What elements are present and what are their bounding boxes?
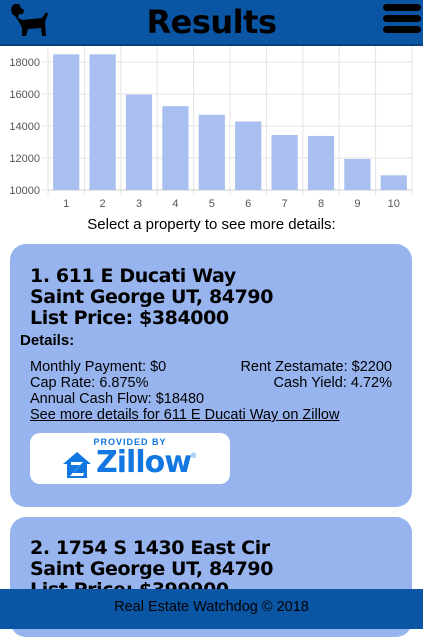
- bar: [125, 94, 153, 190]
- cash-yield: Cash Yield: 4.72%: [273, 375, 393, 391]
- x-tick-label: 5: [209, 198, 215, 210]
- bar: [271, 134, 298, 190]
- monthly-payment: Monthly Payment: $0: [30, 359, 167, 375]
- property-city: Saint George UT, 84790: [30, 286, 274, 308]
- bar-chart: 10000 12000 14000 16000 18000 1 2 3 4 5 6 7 8 9 10: [9, 46, 413, 210]
- y-tick-label: 18000: [9, 57, 40, 69]
- header-bar: Results: [0, 0, 423, 46]
- y-tick-label: 10000: [9, 185, 40, 197]
- property-title: 2. 1754 S 1430 East Cir: [30, 537, 270, 559]
- select-prompt: Select a property to see more details:: [87, 216, 336, 233]
- registered-mark: ®: [191, 453, 197, 460]
- x-tick-label: 2: [100, 198, 106, 210]
- page-title: Results: [146, 3, 277, 41]
- y-tick-label: 12000: [9, 153, 40, 165]
- zillow-wordmark: Zillow: [96, 445, 192, 480]
- bar: [344, 158, 371, 190]
- x-tick-label: 7: [282, 198, 288, 210]
- y-tick-label: 16000: [9, 89, 40, 101]
- y-tick-label: 14000: [9, 121, 40, 133]
- bar: [307, 135, 335, 190]
- footer: Real Estate Watchdog © 2018: [0, 589, 423, 629]
- property-heading: 1. 611 E Ducati Way Saint George UT, 847…: [30, 266, 273, 329]
- x-tick-label: 4: [172, 198, 178, 210]
- x-tick-label: 9: [354, 198, 360, 210]
- rent-zestimate: Rent Zestamate: $2200: [240, 359, 392, 375]
- bar: [89, 54, 116, 190]
- x-tick-label: 6: [245, 198, 251, 210]
- zillow-logo-icon: [63, 452, 91, 478]
- bar: [53, 54, 80, 190]
- x-tick-label: 8: [318, 198, 324, 210]
- bar: [162, 106, 189, 190]
- price-chart: 10000 12000 14000 16000 18000 1 2 3 4 5 6 7 8 9 10: [0, 44, 423, 218]
- property-title: 1. 611 E Ducati Way: [30, 265, 236, 287]
- details-label: Details:: [20, 332, 75, 349]
- cap-rate: Cap Rate: 6.875%: [30, 375, 149, 391]
- x-tick-label: 3: [136, 198, 142, 210]
- property-price: List Price: $384000: [30, 307, 229, 329]
- zillow-details-link[interactable]: See more details for 611 E Ducati Way on…: [30, 407, 339, 423]
- annual-cash-flow: Annual Cash Flow: $18480: [30, 391, 205, 407]
- bar: [235, 121, 262, 190]
- bar: [198, 114, 225, 190]
- x-tick-label: 1: [63, 198, 69, 210]
- property-city: Saint George UT, 84790: [30, 558, 274, 580]
- bar: [380, 175, 407, 190]
- x-tick-label: 10: [388, 198, 400, 210]
- zillow-badge[interactable]: PROVIDED BY Zillow ®: [30, 433, 230, 484]
- hamburger-menu-icon[interactable]: [383, 4, 421, 40]
- property-card-1[interactable]: 1. 611 E Ducati Way Saint George UT, 847…: [10, 244, 412, 507]
